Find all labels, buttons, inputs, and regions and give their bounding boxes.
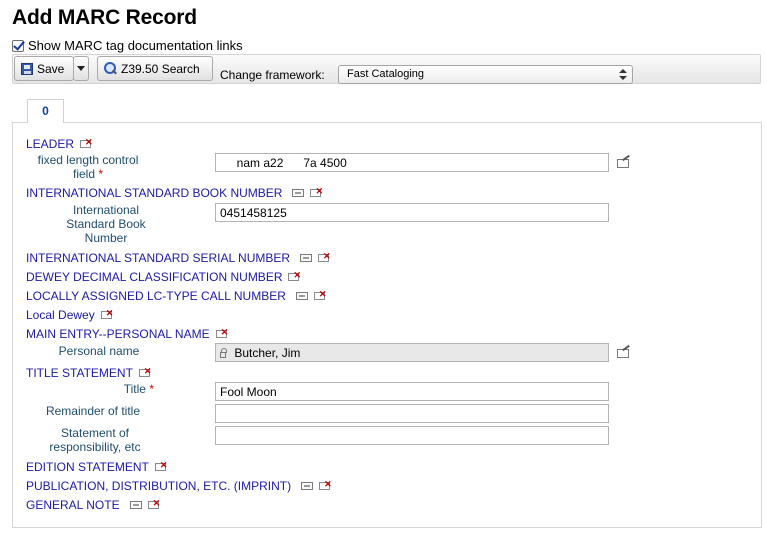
delete-tag-icon[interactable] bbox=[100, 308, 114, 320]
subfield-remainder-label: Remainder of title bbox=[45, 404, 141, 418]
repeat-tag-icon[interactable] bbox=[129, 501, 142, 509]
repeat-tag-icon[interactable] bbox=[300, 254, 313, 262]
repeat-tag-icon[interactable] bbox=[292, 189, 305, 197]
subfield-leader-label: fixed length control field * bbox=[30, 153, 146, 181]
delete-tag-icon[interactable] bbox=[288, 270, 301, 282]
tag-label: Local Dewey bbox=[26, 308, 95, 322]
tab-0[interactable]: 0 bbox=[27, 99, 64, 123]
tag-local-lc[interactable]: LOCALLY ASSIGNED LC-TYPE CALL NUMBER bbox=[26, 289, 327, 304]
subfield-isbn-label: International Standard Book Number bbox=[66, 203, 146, 245]
isbn-field[interactable]: 0451458125 bbox=[215, 203, 609, 222]
delete-tag-icon[interactable] bbox=[318, 251, 331, 263]
tag-general-note[interactable]: GENERAL NOTE bbox=[26, 498, 161, 513]
delete-tag-icon[interactable] bbox=[319, 479, 332, 491]
tag-label: LEADER bbox=[26, 137, 75, 151]
framework-label: Change framework: bbox=[220, 68, 325, 82]
dropdown-caret-icon bbox=[77, 66, 85, 71]
tag-edition[interactable]: EDITION STATEMENT bbox=[26, 460, 168, 475]
show-doc-links-label: Show MARC tag documentation links bbox=[28, 38, 243, 53]
tag-label: INTERNATIONAL STANDARD BOOK NUMBER bbox=[26, 186, 283, 200]
personal-name-field[interactable]: Butcher, Jim bbox=[215, 343, 609, 362]
tag-label: PUBLICATION, DISTRIBUTION, ETC. (IMPRINT… bbox=[26, 479, 292, 493]
leader-field[interactable]: nam a22 7a 4500 bbox=[215, 153, 609, 172]
personal-name-value: Butcher, Jim bbox=[234, 346, 301, 360]
tag-label: EDITION STATEMENT bbox=[26, 460, 149, 474]
save-options-dropdown[interactable] bbox=[73, 56, 89, 81]
required-mark: * bbox=[98, 167, 104, 181]
tag-main-entry[interactable]: MAIN ENTRY--PERSONAL NAME bbox=[26, 327, 229, 342]
framework-selected-value: Fast Cataloging bbox=[347, 68, 425, 80]
required-mark: * bbox=[149, 382, 154, 396]
tag-leader[interactable]: LEADER bbox=[26, 137, 93, 152]
tag-local-dewey[interactable]: Local Dewey bbox=[26, 308, 114, 323]
subfield-personal-name-label: Personal name bbox=[58, 344, 140, 358]
save-button-label: Save bbox=[37, 61, 65, 76]
delete-tag-icon[interactable] bbox=[138, 366, 152, 378]
save-icon bbox=[21, 62, 33, 75]
subfield-label-text: Title bbox=[123, 382, 146, 396]
search-icon bbox=[104, 62, 117, 75]
delete-tag-icon[interactable] bbox=[313, 289, 327, 301]
show-doc-links-option[interactable]: Show MARC tag documentation links bbox=[12, 38, 243, 53]
delete-tag-icon[interactable] bbox=[310, 186, 323, 198]
tag-editor-icon[interactable] bbox=[617, 157, 630, 168]
lock-icon bbox=[220, 348, 227, 358]
tag-ddc[interactable]: DEWEY DECIMAL CLASSIFICATION NUMBER bbox=[26, 270, 301, 285]
framework-select[interactable]: Fast Cataloging bbox=[338, 65, 633, 84]
subfield-title-label: Title * bbox=[100, 382, 154, 396]
delete-tag-icon[interactable] bbox=[147, 498, 161, 510]
tag-label: LOCALLY ASSIGNED LC-TYPE CALL NUMBER bbox=[26, 289, 286, 303]
delete-tag-icon[interactable] bbox=[80, 137, 93, 149]
tag-issn[interactable]: INTERNATIONAL STANDARD SERIAL NUMBER bbox=[26, 251, 331, 266]
z3950-search-label: Z39.50 Search bbox=[121, 61, 200, 76]
z3950-search-button[interactable]: Z39.50 Search bbox=[97, 56, 213, 81]
delete-tag-icon[interactable] bbox=[154, 460, 168, 472]
subfield-responsibility-label: Statement of responsibility, etc bbox=[49, 426, 141, 454]
subfield-label-text: fixed length control field bbox=[37, 153, 139, 181]
select-arrows-icon bbox=[619, 69, 627, 81]
save-button[interactable]: Save bbox=[14, 56, 74, 81]
tag-editor-icon[interactable] bbox=[617, 347, 630, 358]
checkbox-icon[interactable] bbox=[12, 39, 24, 52]
tag-isbn[interactable]: INTERNATIONAL STANDARD BOOK NUMBER bbox=[26, 186, 323, 201]
title-field[interactable]: Fool Moon bbox=[215, 382, 609, 401]
tag-imprint[interactable]: PUBLICATION, DISTRIBUTION, ETC. (IMPRINT… bbox=[26, 479, 332, 494]
tag-label: TITLE STATEMENT bbox=[26, 366, 133, 380]
tag-label: MAIN ENTRY--PERSONAL NAME bbox=[26, 327, 210, 341]
repeat-tag-icon[interactable] bbox=[301, 482, 314, 490]
repeat-tag-icon[interactable] bbox=[295, 292, 308, 300]
tag-title-statement[interactable]: TITLE STATEMENT bbox=[26, 366, 152, 381]
remainder-of-title-field[interactable] bbox=[215, 404, 609, 423]
responsibility-field[interactable] bbox=[215, 426, 609, 445]
tag-label: GENERAL NOTE bbox=[26, 498, 120, 512]
page-title: Add MARC Record bbox=[12, 6, 197, 29]
delete-tag-icon[interactable] bbox=[215, 327, 229, 339]
tag-label: INTERNATIONAL STANDARD SERIAL NUMBER bbox=[26, 251, 291, 265]
tag-label: DEWEY DECIMAL CLASSIFICATION NUMBER bbox=[26, 270, 283, 284]
